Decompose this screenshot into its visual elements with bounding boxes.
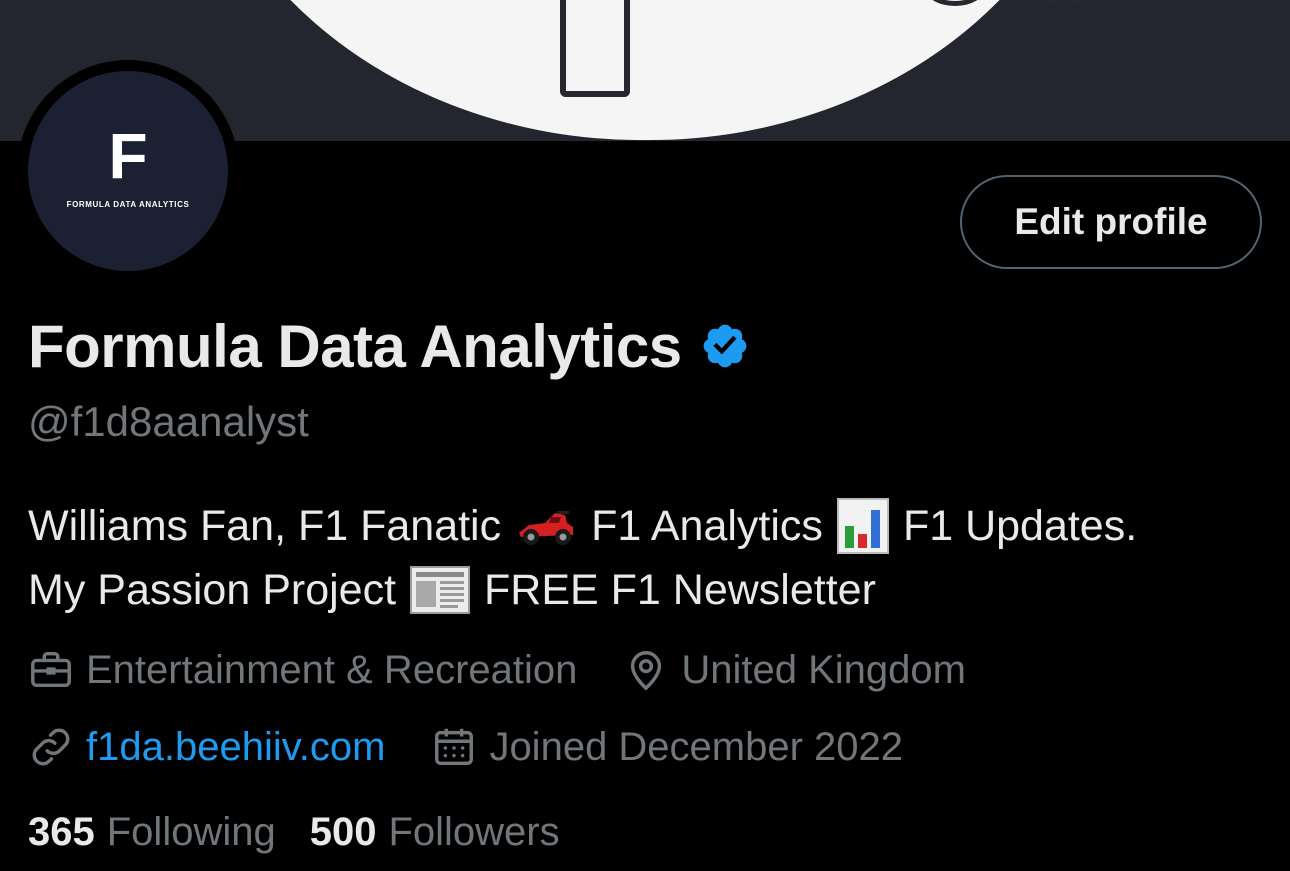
calendar-icon [435,728,474,766]
joined-text: Joined December 2022 [489,724,904,769]
profile-meta-row: f1da.beehiiv.com Joined December 2022 [28,724,949,770]
profile-category: Entertainment & Recreation [28,647,577,693]
profile-name-row: Formula Data Analytics [28,308,750,384]
bio-line: My Passion Project FREE F1 Newsletter [28,558,1268,622]
bio-text: F1 Analytics [591,502,823,550]
profile-bio: Williams Fan, F1 Fanatic F1 Analytics F1… [28,494,1268,622]
profile-meta-row: Entertainment & Recreation United Kingdo… [28,647,1012,693]
following-label: Following [106,810,276,854]
profile-joined: Joined December 2022 [431,724,903,770]
briefcase-icon [31,651,71,688]
profile-handle: @f1d8aanalyst [28,398,309,445]
avatar-logo-letter: F [108,119,148,192]
followers-label: Followers [388,810,560,854]
bio-text: F1 Updates. [902,502,1138,550]
race-car-icon [519,511,574,545]
followers-link[interactable]: 500 Followers [310,810,560,855]
location-text: United Kingdom [681,647,966,692]
bio-text: Williams Fan, F1 Fanatic [28,502,502,550]
display-name: Formula Data Analytics [28,312,682,380]
following-count: 365 [28,810,95,854]
bar-chart-icon [836,498,889,554]
bio-line: Williams Fan, F1 Fanatic F1 Analytics F1… [28,494,1268,558]
bio-text: FREE F1 Newsletter [484,566,876,614]
verified-badge-icon[interactable] [700,321,750,371]
banner-graphic [180,0,1110,140]
newspaper-icon [410,566,471,614]
category-text: Entertainment & Recreation [86,647,578,692]
edit-profile-button[interactable]: Edit profile [960,175,1262,269]
profile-stats: 365 Following 500 Followers [28,810,594,855]
bio-text: My Passion Project [28,566,397,614]
link-icon [32,728,70,766]
location-pin-icon [631,651,662,691]
banner-graphic-dot [1035,0,1095,6]
following-link[interactable]: 365 Following [28,810,276,855]
profile-website[interactable]: f1da.beehiiv.com [28,724,385,770]
website-link[interactable]: f1da.beehiiv.com [86,725,385,770]
avatar-logo-tagline: FORMULA DATA ANALYTICS [66,199,190,209]
avatar[interactable]: F FORMULA DATA ANALYTICS [28,71,228,271]
banner-graphic-bar [560,0,630,97]
followers-count: 500 [309,810,377,854]
profile-location: United Kingdom [623,647,966,693]
